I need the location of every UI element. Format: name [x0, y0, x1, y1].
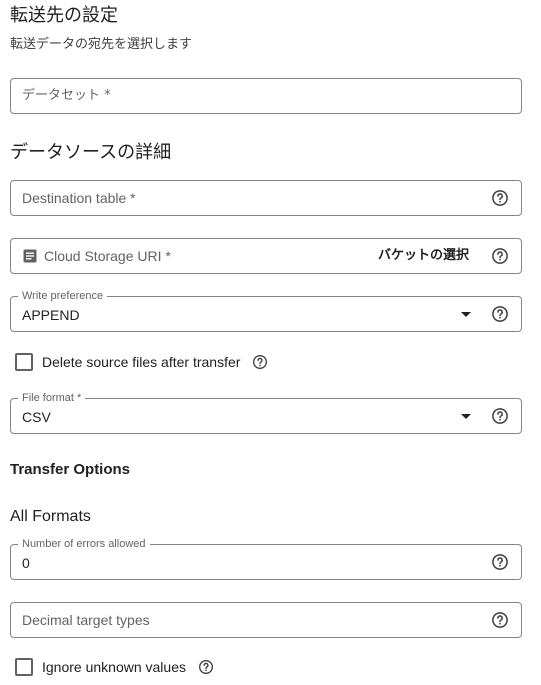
transfer-options-title: Transfer Options [10, 461, 131, 478]
ignore-unknown-row: Ignore unknown values [15, 657, 214, 677]
file-format-value: CSV [22, 409, 51, 425]
delete-source-row: Delete source files after transfer [15, 352, 268, 372]
decimal-target-types-field[interactable]: Decimal target types [10, 602, 522, 638]
dataset-field[interactable]: データセット * [10, 78, 522, 114]
destination-table-field[interactable]: Destination table * [10, 180, 522, 216]
write-preference-select[interactable]: Write preference APPEND [10, 289, 522, 332]
help-icon[interactable] [198, 659, 214, 675]
ignore-unknown-checkbox[interactable] [15, 658, 33, 676]
destination-subtitle: 転送データの宛先を選択します [10, 37, 193, 52]
dataset-placeholder: データセット * [22, 88, 111, 103]
all-formats-title: All Formats [10, 508, 91, 525]
help-icon[interactable] [491, 407, 509, 425]
cloud-storage-uri-field[interactable]: Cloud Storage URI * バケットの選択 [10, 238, 522, 274]
cloud-storage-uri-placeholder: Cloud Storage URI * [44, 248, 171, 264]
errors-allowed-field[interactable]: Number of errors allowed 0 [10, 537, 522, 580]
write-preference-label: Write preference [18, 289, 108, 303]
help-icon[interactable] [252, 354, 268, 370]
chevron-down-icon[interactable] [461, 312, 471, 317]
decimal-target-types-placeholder: Decimal target types [22, 612, 150, 628]
delete-source-label: Delete source files after transfer [42, 354, 241, 370]
file-format-label: File format * [18, 391, 86, 405]
destination-table-placeholder: Destination table * [22, 190, 136, 206]
ignore-unknown-label: Ignore unknown values [42, 659, 186, 675]
help-icon[interactable] [491, 553, 509, 571]
errors-allowed-label: Number of errors allowed [18, 537, 150, 551]
document-icon [23, 249, 37, 263]
destination-title: 転送先の設定 [10, 5, 118, 26]
help-icon[interactable] [491, 189, 509, 207]
write-preference-value: APPEND [22, 307, 80, 323]
file-format-select[interactable]: File format * CSV [10, 391, 522, 434]
source-details-title: データソースの詳細 [10, 142, 172, 163]
chevron-down-icon[interactable] [461, 414, 471, 419]
browse-bucket-button[interactable]: バケットの選択 [378, 247, 469, 265]
help-icon[interactable] [491, 611, 509, 629]
errors-allowed-value: 0 [22, 555, 30, 571]
help-icon[interactable] [491, 247, 509, 265]
delete-source-checkbox[interactable] [15, 353, 33, 371]
help-icon[interactable] [491, 305, 509, 323]
